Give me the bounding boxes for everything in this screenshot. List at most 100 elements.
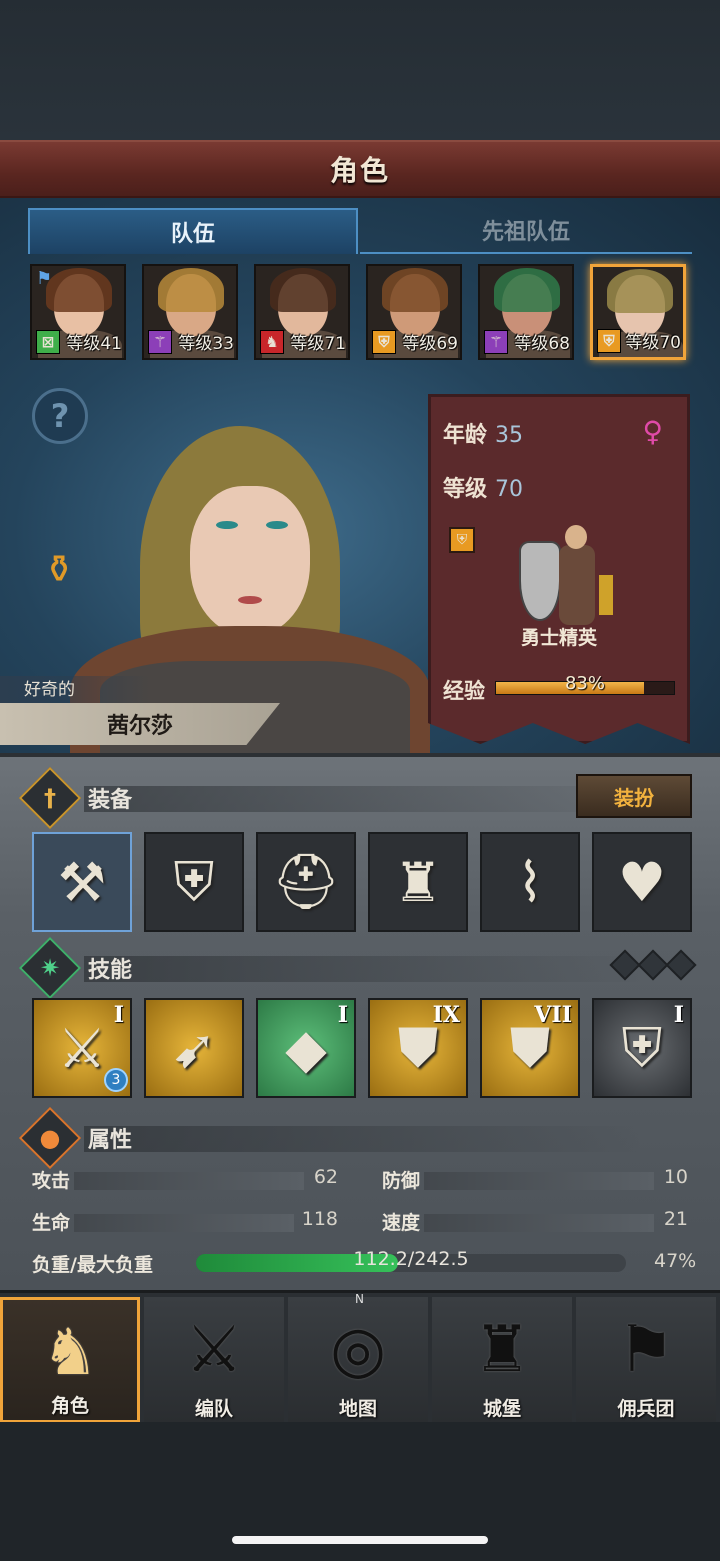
boots-icon: ⌇ <box>516 850 544 914</box>
female-icon: ♀ <box>642 415 663 448</box>
skills-header: ✷ 技能 <box>18 936 697 1000</box>
staff-icon: ⚚ <box>484 330 508 354</box>
age-row: 年龄 35 <box>443 417 523 449</box>
skill-slots: ⚔ I 3 ➹ ◆ I ⛊ IX ⛊ VII ⛨ I <box>32 998 694 1100</box>
nav-item[interactable]: ⚑ 佣兵团 <box>576 1297 716 1423</box>
shield-icon: ⛨ <box>372 330 396 354</box>
level-label: 等级 <box>443 477 488 502</box>
attack-value: 62 <box>313 1166 338 1188</box>
nav-item[interactable]: ⚔ 编队 <box>144 1297 284 1423</box>
roster: ⚑ ⊠ 等级41 ⚚ 等级33 ♞ 等级71 ⛨ 等级69 ⚚ 等级68 ⛨ 等级70 <box>30 262 694 362</box>
equipment-slot[interactable]: ⛑ <box>256 832 356 932</box>
nav-icon: ◎ <box>330 1313 386 1387</box>
nav-icon: ♜ <box>473 1313 531 1387</box>
nav-item[interactable]: ♞ 角色 <box>0 1297 140 1423</box>
nav-label: 地图 <box>338 1398 377 1420</box>
skill-rank: IX <box>432 1002 460 1028</box>
defense-stat: 防御 10 <box>382 1166 688 1194</box>
equipment-slot[interactable]: ⛨ <box>144 832 244 932</box>
hero-card[interactable]: ⛨ 等级69 <box>366 264 462 360</box>
trait-tag: 好奇的 <box>0 676 150 704</box>
flag-icon: ⚑ <box>36 268 53 289</box>
bottom-nav: ♞ 角色 ⚔ 编队 ◎ 地图 ♜ 城堡 ⚑ 佣兵团 <box>0 1290 720 1423</box>
shield-icon: ⛨ <box>597 329 621 353</box>
dagger-icon: † <box>44 784 56 812</box>
skill-sub-badge: 3 <box>104 1068 128 1092</box>
top-background <box>0 0 720 140</box>
dress-up-button[interactable]: 装扮 <box>576 774 692 818</box>
skill-rank: I <box>337 1002 348 1028</box>
hero-card[interactable]: ♞ 等级71 <box>254 264 350 360</box>
armor-icon: ♜ <box>393 850 443 914</box>
hero-level: 等级68 <box>514 334 570 354</box>
info-banner: 年龄 35 ♀ 等级 70 ⛨ 勇士精英 经验 83% <box>428 394 690 744</box>
age-label: 年龄 <box>443 423 488 448</box>
load-label: 负重/最大负重 <box>32 1254 153 1276</box>
unit-figure <box>519 525 619 635</box>
nav-item[interactable]: ◎ 地图 <box>288 1297 428 1423</box>
skill-slot[interactable]: ◆ I <box>256 998 356 1098</box>
hero-card[interactable]: ⚑ ⊠ 等级41 <box>30 264 126 360</box>
skill-slot[interactable]: ⛨ I <box>592 998 692 1098</box>
hp-stat: 生命 118 <box>32 1208 338 1236</box>
speed-label: 速度 <box>382 1212 421 1234</box>
equipment-slot[interactable]: ⌇ <box>480 832 580 932</box>
equipment-slot[interactable]: ♥ <box>592 832 692 932</box>
heart-amulet-icon: ♥ <box>617 850 667 914</box>
equipment-slot[interactable]: ♜ <box>368 832 468 932</box>
skill-icon: ⛨ <box>621 1016 663 1079</box>
nav-icon: ♞ <box>41 1316 99 1390</box>
staff-icon: ⚚ <box>148 330 172 354</box>
home-indicator[interactable] <box>232 1536 488 1544</box>
skill-gem-slots <box>609 949 697 981</box>
equipment-header: † 装备 装扮 <box>18 766 692 830</box>
skill-slot[interactable]: ➹ <box>144 998 244 1098</box>
speed-stat: 速度 21 <box>382 1208 688 1236</box>
person-icon: ● <box>39 1124 61 1152</box>
crossed-sword-icon: ⊠ <box>36 330 60 354</box>
hero-level: 等级71 <box>290 334 346 354</box>
nav-icon: ⚔ <box>185 1313 243 1387</box>
hero-level: 等级33 <box>178 334 234 354</box>
equipment-slot[interactable]: ⚒ <box>32 832 132 932</box>
hero-card[interactable]: ⛨ 等级70 <box>590 264 686 360</box>
level-value: 70 <box>495 477 524 502</box>
nav-label: 角色 <box>50 1395 89 1417</box>
skill-slot[interactable]: ⛊ IX <box>368 998 468 1098</box>
character-name[interactable]: 茜尔莎 <box>0 703 280 745</box>
hero-card[interactable]: ⚚ 等级33 <box>142 264 238 360</box>
skill-icon: ⚔ <box>57 1016 107 1080</box>
skill-rank: I <box>113 1002 124 1028</box>
hp-value: 118 <box>301 1208 338 1230</box>
attributes-header: ● 属性 <box>18 1106 692 1170</box>
attributes-title: 属性 <box>88 1128 133 1153</box>
gem-slot-icon <box>609 949 641 981</box>
nav-label: 佣兵团 <box>617 1398 675 1420</box>
age-value: 35 <box>495 423 524 448</box>
equipment-slots: ⚒ ⛨ ⛑ ♜ ⌇ ♥ <box>32 832 694 934</box>
nav-item[interactable]: ♜ 城堡 <box>432 1297 572 1423</box>
skills-title: 技能 <box>88 958 133 983</box>
tab-ancestor-team[interactable]: 先祖队伍 <box>360 208 692 254</box>
character-panel: 队伍 先祖队伍 ⚑ ⊠ 等级41 ⚚ 等级33 ♞ 等级71 ⛨ 等级69 ⚚ 等级68 ⛨ 等级70 … <box>0 198 720 753</box>
unit-class-name: 勇士精英 <box>520 627 597 649</box>
warhammer-icon: ⚒ <box>57 850 107 914</box>
equipment-title: 装备 <box>88 788 133 813</box>
shield-icon: ⛨ <box>173 850 215 913</box>
gem-slot-icon <box>665 949 697 981</box>
title-bar: 角色 <box>0 140 720 198</box>
skill-slot[interactable]: ⛊ VII <box>480 998 580 1098</box>
page-title: 角色 <box>329 154 390 187</box>
tab-team[interactable]: 队伍 <box>28 208 358 254</box>
defense-value: 10 <box>663 1166 688 1188</box>
gem-slot-icon <box>637 949 669 981</box>
nav-label: 编队 <box>194 1398 233 1420</box>
shield-class-icon: ⛨ <box>449 527 475 553</box>
hero-card[interactable]: ⚚ 等级68 <box>478 264 574 360</box>
hero-level: 等级70 <box>625 333 681 353</box>
nav-label: 城堡 <box>482 1398 521 1420</box>
star-icon: ✷ <box>39 954 61 982</box>
skill-slot[interactable]: ⚔ I 3 <box>32 998 132 1098</box>
skill-icon: ◆ <box>285 1016 327 1080</box>
compass-letter: N <box>355 1292 364 1306</box>
